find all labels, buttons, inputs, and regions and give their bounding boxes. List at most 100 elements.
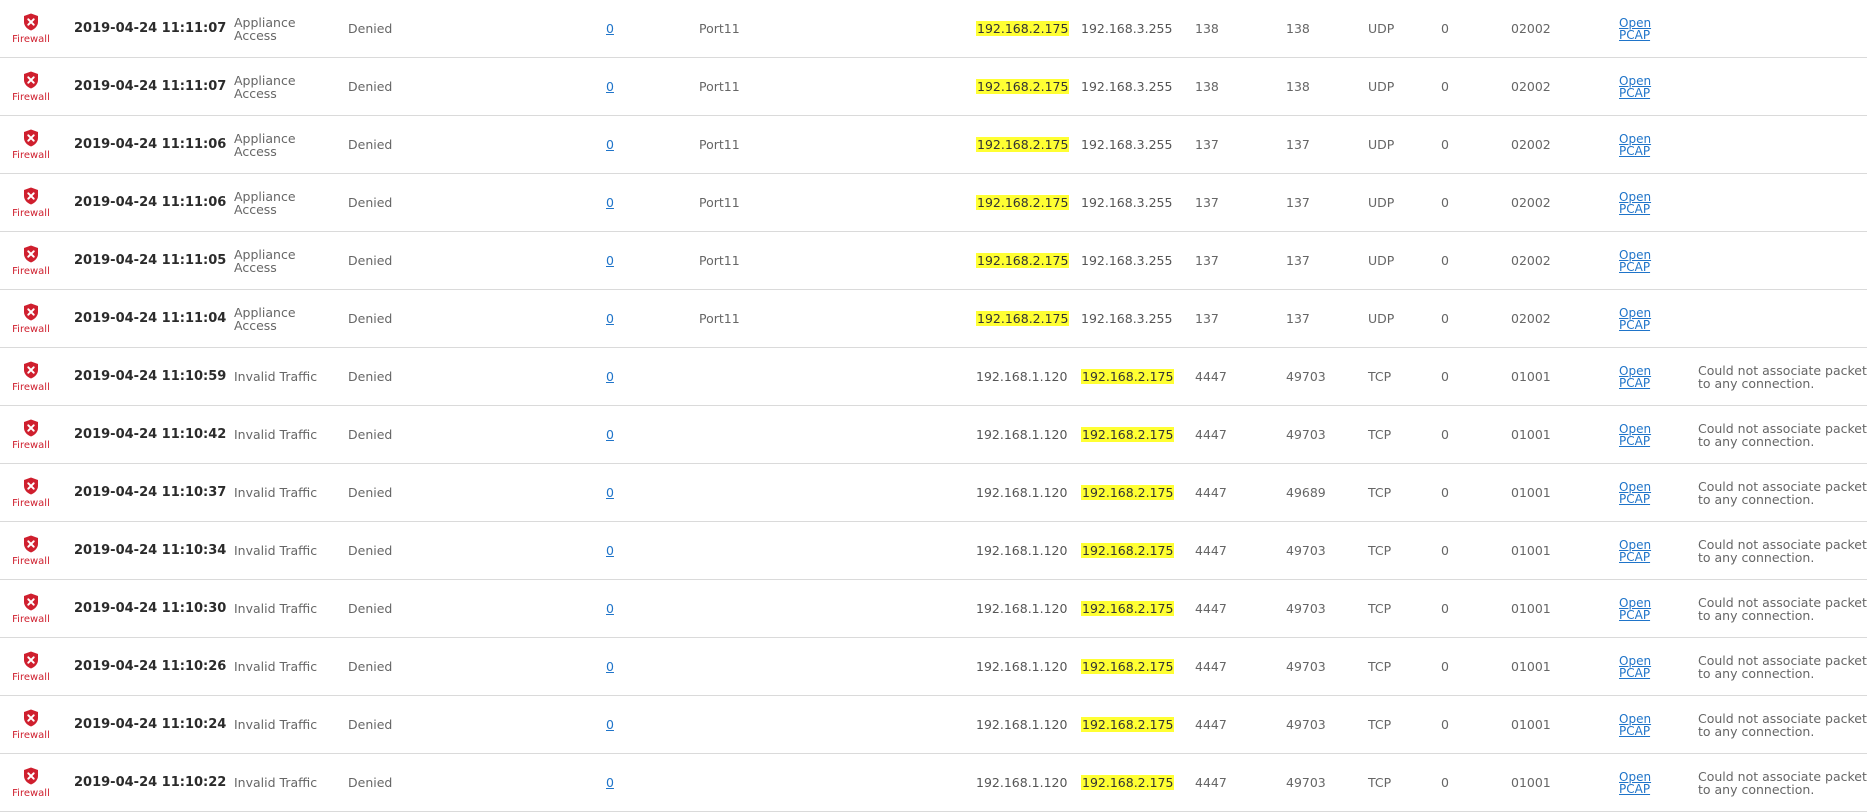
open-pcap-link[interactable]: Open PCAP [1619,133,1651,157]
destination-ip-cell: 192.168.2.175 [1081,348,1175,405]
table-row[interactable]: Firewall 2019-04-24 11:11:07 Appliance A… [0,0,1867,58]
source-ip-cell: 192.168.2.175 [976,58,1070,115]
count-link[interactable]: 0 [606,659,614,674]
numeric-field: 0 [1441,137,1449,152]
open-pcap-link[interactable]: Open PCAP [1619,17,1651,41]
shield-x-icon [24,651,38,668]
count-link[interactable]: 0 [606,601,614,616]
module-cell: Firewall [0,0,62,57]
destination-ip-cell: 192.168.3.255 [1081,290,1172,347]
table-row[interactable]: Firewall 2019-04-24 11:11:06 Appliance A… [0,174,1867,232]
shield-x-icon [24,419,38,436]
open-pcap-link[interactable]: Open PCAP [1619,771,1651,795]
table-row[interactable]: Firewall 2019-04-24 11:11:07 Appliance A… [0,58,1867,116]
count-link[interactable]: 0 [606,195,614,210]
log-type: Appliance Access [234,304,296,333]
destination-ip-cell: 192.168.2.175 [1081,754,1175,811]
status: Denied [348,21,393,36]
shield-x-icon [24,129,38,146]
protocol: TCP [1368,485,1392,500]
numeric-field: 0 [1441,659,1449,674]
source-ip: 192.168.1.120 [976,659,1068,674]
table-row[interactable]: Firewall 2019-04-24 11:10:30 Invalid Tra… [0,580,1867,638]
open-pcap-link[interactable]: Open PCAP [1619,75,1651,99]
protocol: TCP [1368,427,1392,442]
table-row[interactable]: Firewall 2019-04-24 11:11:04 Appliance A… [0,290,1867,348]
pcap-cell: Open PCAP [1619,174,1651,231]
module-cell: Firewall [0,348,62,405]
count-link[interactable]: 0 [606,775,614,790]
count-link[interactable]: 0 [606,427,614,442]
source-port: 4447 [1195,659,1227,674]
table-row[interactable]: Firewall 2019-04-24 11:11:06 Appliance A… [0,116,1867,174]
rule-id: 01001 [1511,427,1551,442]
table-row[interactable]: Firewall 2019-04-24 11:10:24 Invalid Tra… [0,696,1867,754]
table-row[interactable]: Firewall 2019-04-24 11:11:05 Appliance A… [0,232,1867,290]
module-cell: Firewall [0,232,62,289]
count-link[interactable]: 0 [606,79,614,94]
shield-x-icon [24,709,38,726]
destination-port: 49703 [1286,659,1326,674]
table-row[interactable]: Firewall 2019-04-24 11:10:26 Invalid Tra… [0,638,1867,696]
count-link[interactable]: 0 [606,137,614,152]
source-ip: 192.168.1.120 [976,601,1068,616]
pcap-cell: Open PCAP [1619,290,1651,347]
pcap-cell: Open PCAP [1619,58,1651,115]
open-pcap-link[interactable]: Open PCAP [1619,539,1651,563]
destination-port: 137 [1286,253,1310,268]
open-pcap-link[interactable]: Open PCAP [1619,307,1651,331]
destination-port: 137 [1286,311,1310,326]
status: Denied [348,311,393,326]
destination-ip-cell: 192.168.2.175 [1081,580,1175,637]
module-label: Firewall [12,265,50,277]
table-row[interactable]: Firewall 2019-04-24 11:10:42 Invalid Tra… [0,406,1867,464]
open-pcap-link[interactable]: Open PCAP [1619,249,1651,273]
log-type: Invalid Traffic [234,601,318,616]
count-link[interactable]: 0 [606,717,614,732]
open-pcap-link[interactable]: Open PCAP [1619,191,1651,215]
destination-ip: 192.168.2.175 [1081,485,1175,500]
table-row[interactable]: Firewall 2019-04-24 11:10:59 Invalid Tra… [0,348,1867,406]
open-pcap-link[interactable]: Open PCAP [1619,713,1651,737]
pcap-cell: Open PCAP [1619,116,1651,173]
message [1698,290,1867,347]
destination-ip: 192.168.3.255 [1081,79,1173,94]
open-pcap-link[interactable]: Open PCAP [1619,423,1651,447]
destination-ip: 192.168.3.255 [1081,21,1173,36]
open-pcap-link[interactable]: Open PCAP [1619,481,1651,505]
destination-port: 138 [1286,79,1310,94]
count-link[interactable]: 0 [606,369,614,384]
open-pcap-link[interactable]: Open PCAP [1619,365,1651,389]
source-ip: 192.168.2.175 [976,195,1070,210]
table-row[interactable]: Firewall 2019-04-24 11:10:34 Invalid Tra… [0,522,1867,580]
protocol: TCP [1368,601,1392,616]
count-link[interactable]: 0 [606,485,614,500]
table-row[interactable]: Firewall 2019-04-24 11:10:37 Invalid Tra… [0,464,1867,522]
log-type: Appliance Access [234,130,296,159]
open-pcap-link[interactable]: Open PCAP [1619,597,1651,621]
status: Denied [348,195,393,210]
numeric-field: 0 [1441,427,1449,442]
destination-port: 138 [1286,21,1310,36]
count-link[interactable]: 0 [606,253,614,268]
source-ip: 192.168.2.175 [976,21,1070,36]
source-ip-cell: 192.168.2.175 [976,232,1070,289]
count-link[interactable]: 0 [606,543,614,558]
table-row[interactable]: Firewall 2019-04-24 11:10:22 Invalid Tra… [0,754,1867,812]
open-pcap-link[interactable]: Open PCAP [1619,655,1651,679]
protocol: UDP [1368,21,1395,36]
count-link[interactable]: 0 [606,311,614,326]
protocol: TCP [1368,659,1392,674]
destination-port: 137 [1286,195,1310,210]
status: Denied [348,717,393,732]
module-label: Firewall [12,497,50,509]
timestamp: 2019-04-24 11:11:06 [74,195,227,210]
count-link[interactable]: 0 [606,21,614,36]
timestamp: 2019-04-24 11:10:34 [74,543,227,558]
interface: Port11 [699,311,740,326]
module-label: Firewall [12,613,50,625]
destination-ip: 192.168.2.175 [1081,601,1175,616]
log-type: Invalid Traffic [234,717,318,732]
count-cell: 0 [606,464,614,521]
timestamp: 2019-04-24 11:10:26 [74,659,227,674]
